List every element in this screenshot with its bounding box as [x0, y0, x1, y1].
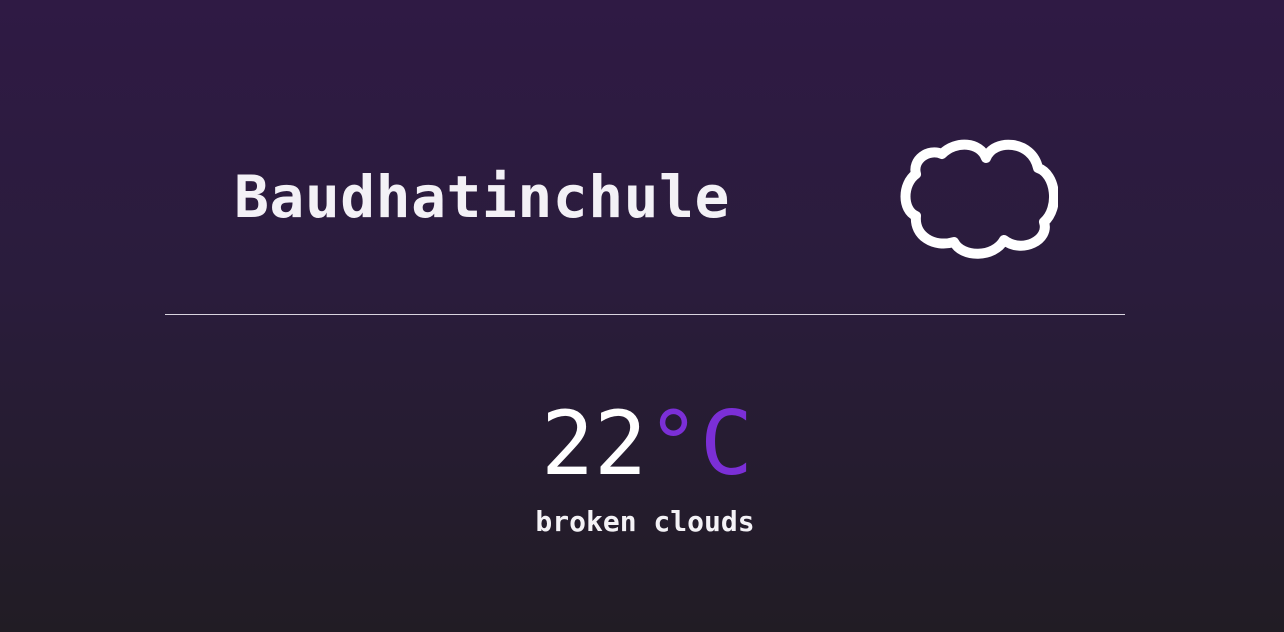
temperature-unit: °C: [647, 392, 753, 495]
weather-description: broken clouds: [535, 505, 755, 538]
divider: [165, 314, 1125, 315]
city-name: Baudhatinchule: [234, 163, 730, 231]
cloud-icon: [900, 139, 1058, 259]
temperature-display: 22°C: [0, 392, 1284, 496]
weather-card: Baudhatinchule 22°C broken clouds: [0, 0, 1284, 632]
temperature-value: 22: [541, 392, 647, 495]
